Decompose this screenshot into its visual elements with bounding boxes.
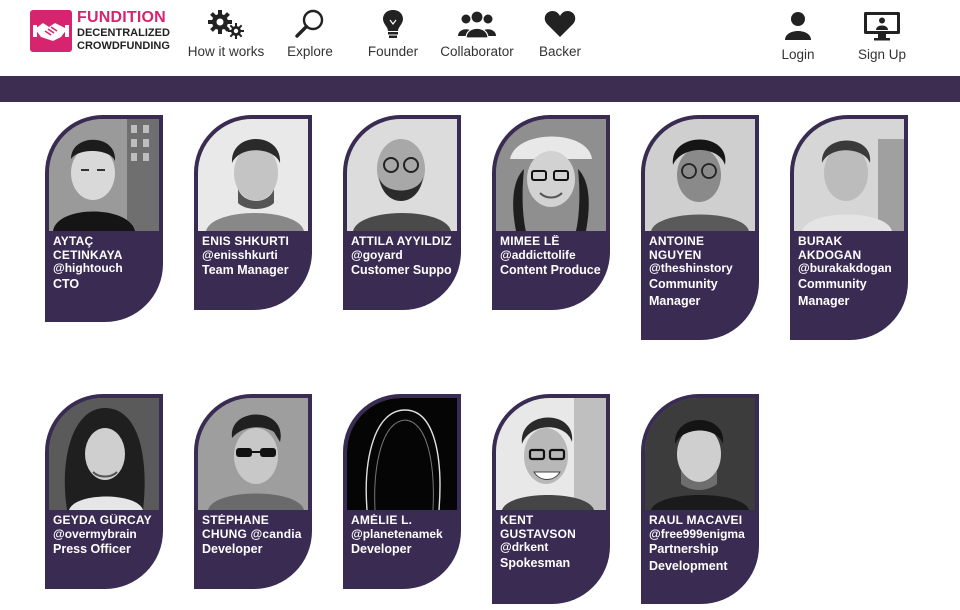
avatar [347,119,457,231]
member-handle: @free999enigma [649,527,745,541]
signup-label: Sign Up [857,47,907,62]
member-handle: @goyard [351,248,403,262]
handshake-logo-icon [30,10,72,52]
login-button[interactable]: Login [753,10,843,62]
heart-icon [515,8,605,40]
gears-icon [181,8,271,40]
avatar [347,398,457,510]
brand-line-2: CROWDFUNDING [77,40,170,52]
avatar [645,119,755,231]
member-role: CTO [53,276,80,291]
member-name: KENT [500,514,534,527]
member-role: Team Manager [202,263,289,277]
top-header: FUNDITION DECENTRALIZED CROWDFUNDING How… [0,0,960,76]
member-name: STÉPHANE [202,514,269,527]
team-card[interactable]: BURAK AKDOGAN @burakakdogan Community Ma… [790,115,908,340]
avatar [496,398,606,510]
nav-label: Founder [367,44,419,59]
member-name: RAUL MACAVEI [649,514,743,527]
member-handle: @burakakdogan [798,262,892,275]
member-name-2: GUSTAVSON [500,527,577,541]
member-name: GEYDA GÜRCAY [53,514,152,527]
member-name: BURAK [798,235,843,248]
member-name: ATTILA AYYILDIZ [351,235,452,248]
member-name-2: CHUNG @candia [202,527,302,541]
fundition-logo[interactable]: FUNDITION DECENTRALIZED CROWDFUNDING [30,10,170,52]
member-name-2: AKDOGAN [798,248,862,262]
member-role: Developer [202,542,263,556]
brand-line-1: DECENTRALIZED [77,27,170,39]
member-name: ENIS SHKURTI [202,235,290,248]
monitor-user-icon [837,10,927,42]
member-role: Spokesman [500,555,571,570]
member-name: ANTOINE [649,235,705,248]
team-card[interactable]: RAUL MACAVEI @free999enigma Partnership … [641,394,759,604]
avatar [49,398,159,510]
group-icon [432,8,522,40]
nav-backer[interactable]: Backer [515,8,605,59]
login-label: Login [781,47,815,62]
avatar [645,398,755,510]
member-role: Press Officer [53,542,131,556]
member-handle: @theshinstory [649,262,733,275]
member-role: Community Manager [798,276,867,308]
user-icon [753,10,843,42]
nav-explore[interactable]: Explore [265,8,355,59]
member-role: Developer [351,542,412,556]
member-role: Content Produce [500,263,601,277]
avatar [198,119,308,231]
member-name: MIMEE LÊ [500,235,560,248]
lightbulb-icon [348,8,438,40]
member-handle: @drkent [500,541,549,554]
member-name-2: NGUYEN [649,248,702,262]
avatar [198,398,308,510]
avatar [49,119,159,231]
member-name: AMÉLIE L. [351,514,413,527]
nav-label: Explore [287,44,333,59]
member-handle: @overmybrain [53,527,137,541]
team-card[interactable]: ANTOINE NGUYEN @theshinstory Community M… [641,115,759,340]
member-role: Community Manager [649,276,718,308]
nav-label: How it works [187,44,265,59]
team-card[interactable]: STÉPHANE CHUNG @candia Developer [194,394,312,589]
member-name-2: CETINKAYA [53,248,123,262]
team-card[interactable]: KENT GUSTAVSON @drkent Spokesman [492,394,610,604]
team-card[interactable]: MIMEE LÊ @addicttolife Content Produce [492,115,610,310]
member-name: AYTAÇ [53,235,94,248]
team-card[interactable]: AMÉLIE L. @planetenamek Developer [343,394,461,589]
member-handle: @hightouch [53,262,123,275]
nav-collaborator[interactable]: Collaborator [432,8,522,59]
member-role: Customer Suppo [351,263,452,277]
member-handle: @enisshkurti [202,248,278,262]
team-card[interactable]: GEYDA GÜRCAY @overmybrain Press Officer [45,394,163,589]
nav-label: Collaborator [440,44,514,59]
magnifier-icon [265,8,355,40]
brand-title: FUNDITION [77,9,166,26]
member-handle: @addicttolife [500,248,576,262]
team-card[interactable]: ENIS SHKURTI @enisshkurti Team Manager [194,115,312,310]
member-role: Partnership Development [649,542,728,573]
header-band [0,76,960,102]
member-handle: @planetenamek [351,527,443,541]
signup-button[interactable]: Sign Up [837,10,927,62]
nav-label: Backer [538,44,582,59]
team-card[interactable]: AYTAÇ CETINKAYA @hightouch CTO [45,115,163,322]
avatar [496,119,606,231]
nav-how-it-works[interactable]: How it works [181,8,271,59]
team-card[interactable]: ATTILA AYYILDIZ @goyard Customer Suppo [343,115,461,310]
nav-founder[interactable]: Founder [348,8,438,59]
avatar [794,119,904,231]
